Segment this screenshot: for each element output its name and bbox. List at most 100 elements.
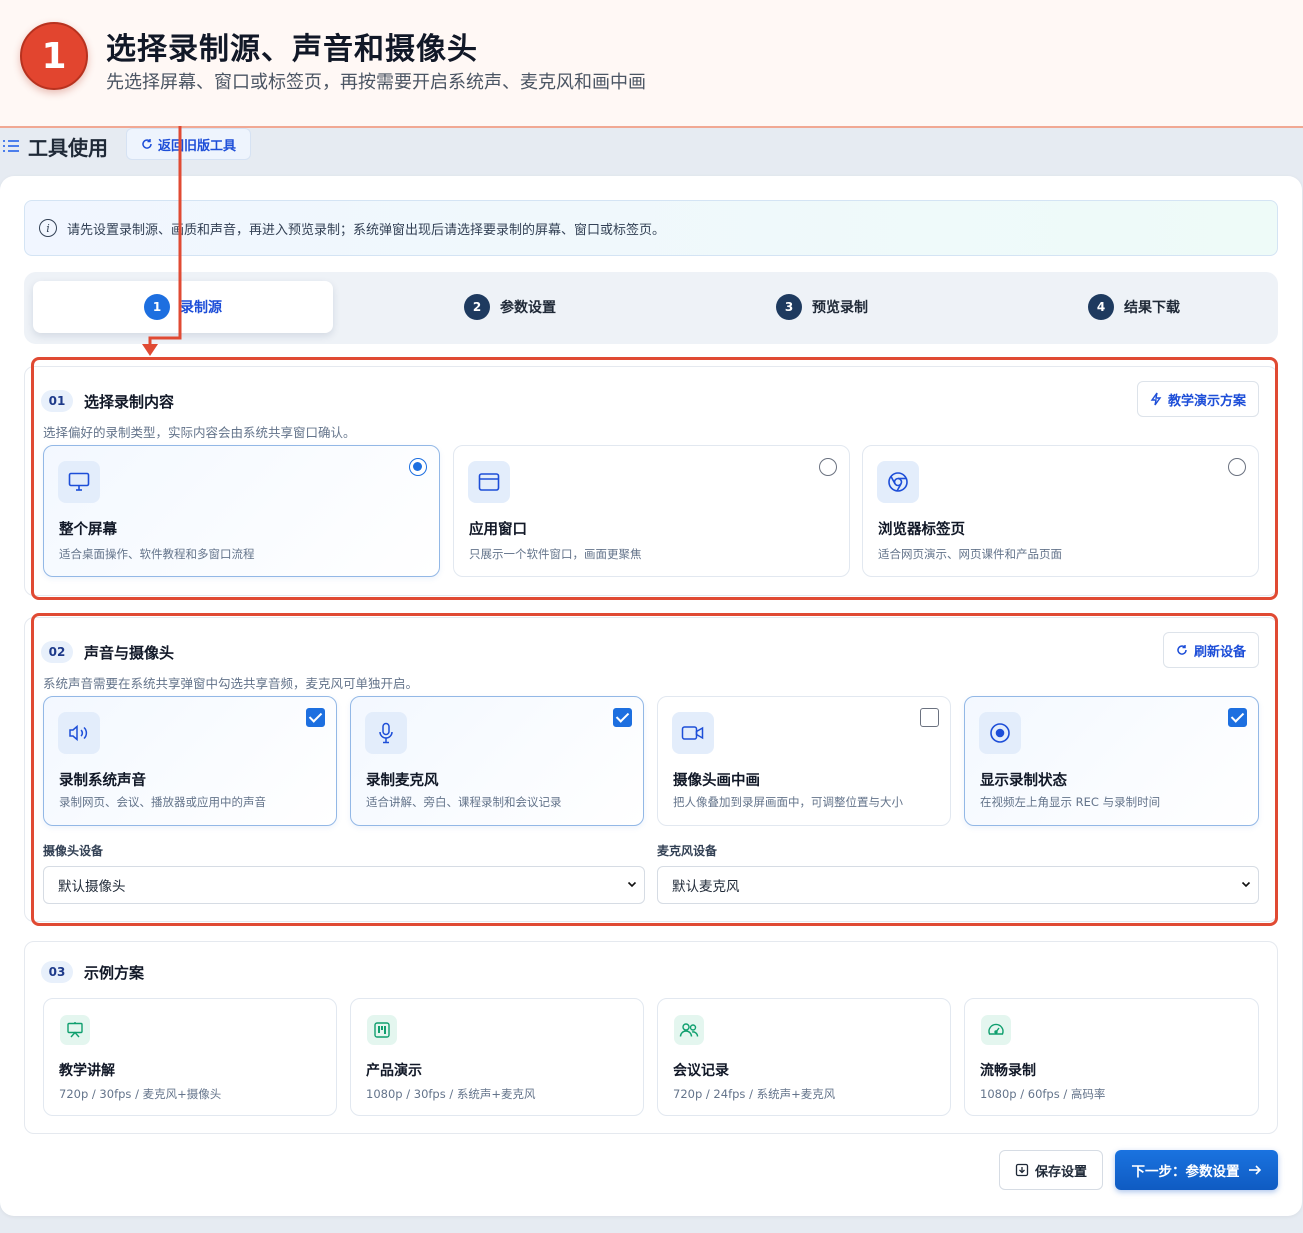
option-browser-tab[interactable]: 浏览器标签页 适合网页演示、网页课件和产品页面 bbox=[862, 445, 1259, 577]
preset-title: 会议记录 bbox=[673, 1063, 729, 1079]
step-number: 3 bbox=[776, 294, 802, 320]
preset-smooth[interactable]: 流畅录制 1080p / 60fps / 高码率 bbox=[964, 998, 1259, 1116]
mic-device-value: 默认麦克风 bbox=[672, 879, 740, 895]
section-audio-camera: 02 声音与摄像头 系统声音需要在系统共享弹窗中勾选共享音频，麦克风可单独开启。… bbox=[24, 617, 1278, 922]
chevron-down-icon bbox=[627, 881, 637, 888]
option-desc: 适合桌面操作、软件教程和多窗口流程 bbox=[59, 547, 255, 561]
app-window-icon bbox=[468, 461, 510, 503]
option-full-screen[interactable]: 整个屏幕 适合桌面操作、软件教程和多窗口流程 bbox=[43, 445, 440, 577]
refresh-devices-button[interactable]: 刷新设备 bbox=[1162, 632, 1259, 668]
camera-device-label: 摄像头设备 bbox=[43, 844, 104, 858]
toggle-title: 摄像头画中画 bbox=[673, 773, 760, 789]
users-icon bbox=[674, 1015, 704, 1045]
section-title: 选择录制内容 bbox=[84, 393, 175, 411]
option-desc: 只展示一个软件窗口，画面更聚焦 bbox=[469, 547, 642, 561]
preset-title: 教学讲解 bbox=[59, 1063, 115, 1079]
preset-desc: 720p / 24fps / 系统声+麦克风 bbox=[673, 1087, 836, 1101]
section-desc: 系统声音需要在系统共享弹窗中勾选共享音频，麦克风可单独开启。 bbox=[43, 676, 419, 691]
info-text: 请先设置录制源、画质和声音，再进入预览录制；系统弹窗出现后请选择要录制的屏幕、窗… bbox=[67, 222, 666, 238]
step-source[interactable]: 1 录制源 bbox=[33, 281, 333, 333]
checkbox-record-status[interactable] bbox=[1228, 708, 1247, 727]
step-label: 结果下载 bbox=[1124, 300, 1180, 316]
toggle-camera-pip[interactable]: 摄像头画中画 把人像叠加到录屏画面中，可调整位置与大小 bbox=[657, 696, 951, 826]
toggle-desc: 在视频左上角显示 REC 与录制时间 bbox=[980, 795, 1161, 809]
option-title: 整个屏幕 bbox=[59, 522, 117, 538]
section-desc: 选择偏好的录制类型，实际内容会由系统共享窗口确认。 bbox=[43, 425, 356, 440]
tool-header: 工具使用 返回旧版工具 bbox=[0, 128, 1303, 174]
main-card: i 请先设置录制源、画质和声音，再进入预览录制；系统弹窗出现后请选择要录制的屏幕… bbox=[0, 176, 1302, 1216]
toggle-title: 显示录制状态 bbox=[980, 773, 1067, 789]
section-title: 示例方案 bbox=[84, 964, 145, 982]
preset-desc: 1080p / 60fps / 高码率 bbox=[980, 1087, 1106, 1101]
save-settings-label: 保存设置 bbox=[1034, 1164, 1087, 1180]
radio-app-window[interactable] bbox=[819, 458, 837, 476]
refresh-icon bbox=[142, 139, 152, 149]
checkbox-microphone[interactable] bbox=[613, 708, 632, 727]
step-download[interactable]: 4 结果下载 bbox=[984, 281, 1284, 333]
chevron-down-icon bbox=[1241, 881, 1251, 888]
preset-desc: 720p / 30fps / 麦克风+摄像头 bbox=[59, 1087, 222, 1101]
step-label: 预览录制 bbox=[812, 300, 868, 316]
preset-teaching[interactable]: 教学讲解 720p / 30fps / 麦克风+摄像头 bbox=[43, 998, 337, 1116]
section-badge: 01 bbox=[41, 390, 73, 412]
record-icon bbox=[979, 712, 1021, 754]
toggle-microphone[interactable]: 录制麦克风 适合讲解、旁白、课程录制和会议记录 bbox=[350, 696, 644, 826]
camera-icon bbox=[672, 712, 714, 754]
mic-device-label: 麦克风设备 bbox=[657, 844, 718, 858]
info-icon: i bbox=[39, 219, 57, 237]
tutorial-banner: 1 选择录制源、声音和摄像头 先选择屏幕、窗口或标签页，再按需要开启系统声、麦克… bbox=[0, 0, 1303, 128]
lightning-icon bbox=[1150, 392, 1162, 406]
section-badge: 02 bbox=[41, 641, 73, 663]
step-number: 4 bbox=[1088, 294, 1114, 320]
info-bar: i 请先设置录制源、画质和声音，再进入预览录制；系统弹窗出现后请选择要录制的屏幕… bbox=[24, 200, 1278, 256]
list-icon bbox=[3, 140, 19, 152]
option-title: 浏览器标签页 bbox=[878, 522, 965, 538]
download-icon bbox=[1015, 1163, 1029, 1177]
step-label: 参数设置 bbox=[500, 300, 556, 316]
section-example-presets: 03 示例方案 教学讲解 720p / 30fps / 麦克风+摄像头 产品演示… bbox=[24, 941, 1278, 1134]
gauge-icon bbox=[981, 1015, 1011, 1045]
monitor-icon bbox=[58, 461, 100, 503]
step-preview[interactable]: 3 预览录制 bbox=[672, 281, 972, 333]
toggle-record-status[interactable]: 显示录制状态 在视频左上角显示 REC 与录制时间 bbox=[964, 696, 1259, 826]
tutorial-subtitle: 先选择屏幕、窗口或标签页，再按需要开启系统声、麦克风和画中画 bbox=[106, 72, 646, 93]
camera-device-select[interactable]: 默认摄像头 bbox=[43, 866, 645, 904]
teaching-preset-button[interactable]: 教学演示方案 bbox=[1136, 381, 1259, 417]
back-to-old-tool-button[interactable]: 返回旧版工具 bbox=[126, 128, 252, 160]
step-params[interactable]: 2 参数设置 bbox=[360, 281, 660, 333]
presentation-board-icon bbox=[60, 1015, 90, 1045]
toggle-system-audio[interactable]: 录制系统声音 录制网页、会议、播放器或应用中的声音 bbox=[43, 696, 337, 826]
section-title: 声音与摄像头 bbox=[84, 644, 175, 662]
camera-device-value: 默认摄像头 bbox=[58, 879, 126, 895]
refresh-icon bbox=[1177, 645, 1187, 655]
browser-icon bbox=[877, 461, 919, 503]
mic-device-select[interactable]: 默认麦克风 bbox=[657, 866, 1259, 904]
option-desc: 适合网页演示、网页课件和产品页面 bbox=[878, 547, 1062, 561]
stepper: 1 录制源 2 参数设置 3 预览录制 4 结果下载 bbox=[24, 272, 1278, 344]
preset-meeting[interactable]: 会议记录 720p / 24fps / 系统声+麦克风 bbox=[657, 998, 951, 1116]
save-settings-button[interactable]: 保存设置 bbox=[999, 1150, 1103, 1190]
checkbox-system-audio[interactable] bbox=[306, 708, 325, 727]
toggle-desc: 录制网页、会议、播放器或应用中的声音 bbox=[59, 795, 266, 809]
tutorial-step-number: 1 bbox=[20, 22, 88, 90]
checkbox-camera-pip[interactable] bbox=[920, 708, 939, 727]
toggle-desc: 适合讲解、旁白、课程录制和会议记录 bbox=[366, 795, 562, 809]
preset-desc: 1080p / 30fps / 系统声+麦克风 bbox=[366, 1087, 536, 1101]
speaker-icon bbox=[58, 712, 100, 754]
preset-title: 流畅录制 bbox=[980, 1063, 1036, 1079]
step-label: 录制源 bbox=[180, 300, 222, 316]
tutorial-title: 选择录制源、声音和摄像头 bbox=[106, 32, 478, 67]
section-badge: 03 bbox=[41, 961, 73, 983]
step-number: 2 bbox=[464, 294, 490, 320]
radio-browser-tab[interactable] bbox=[1228, 458, 1246, 476]
toggle-title: 录制系统声音 bbox=[59, 773, 146, 789]
preset-title: 产品演示 bbox=[366, 1063, 422, 1079]
toggle-desc: 把人像叠加到录屏画面中，可调整位置与大小 bbox=[673, 795, 903, 809]
page-title: 工具使用 bbox=[28, 136, 108, 160]
step-number: 1 bbox=[144, 294, 170, 320]
next-step-label: 下一步：参数设置 bbox=[1131, 1164, 1240, 1180]
radio-full-screen[interactable] bbox=[409, 458, 427, 476]
preset-product-demo[interactable]: 产品演示 1080p / 30fps / 系统声+麦克风 bbox=[350, 998, 644, 1116]
option-app-window[interactable]: 应用窗口 只展示一个软件窗口，画面更聚焦 bbox=[453, 445, 850, 577]
next-step-button[interactable]: 下一步：参数设置 bbox=[1115, 1150, 1278, 1190]
